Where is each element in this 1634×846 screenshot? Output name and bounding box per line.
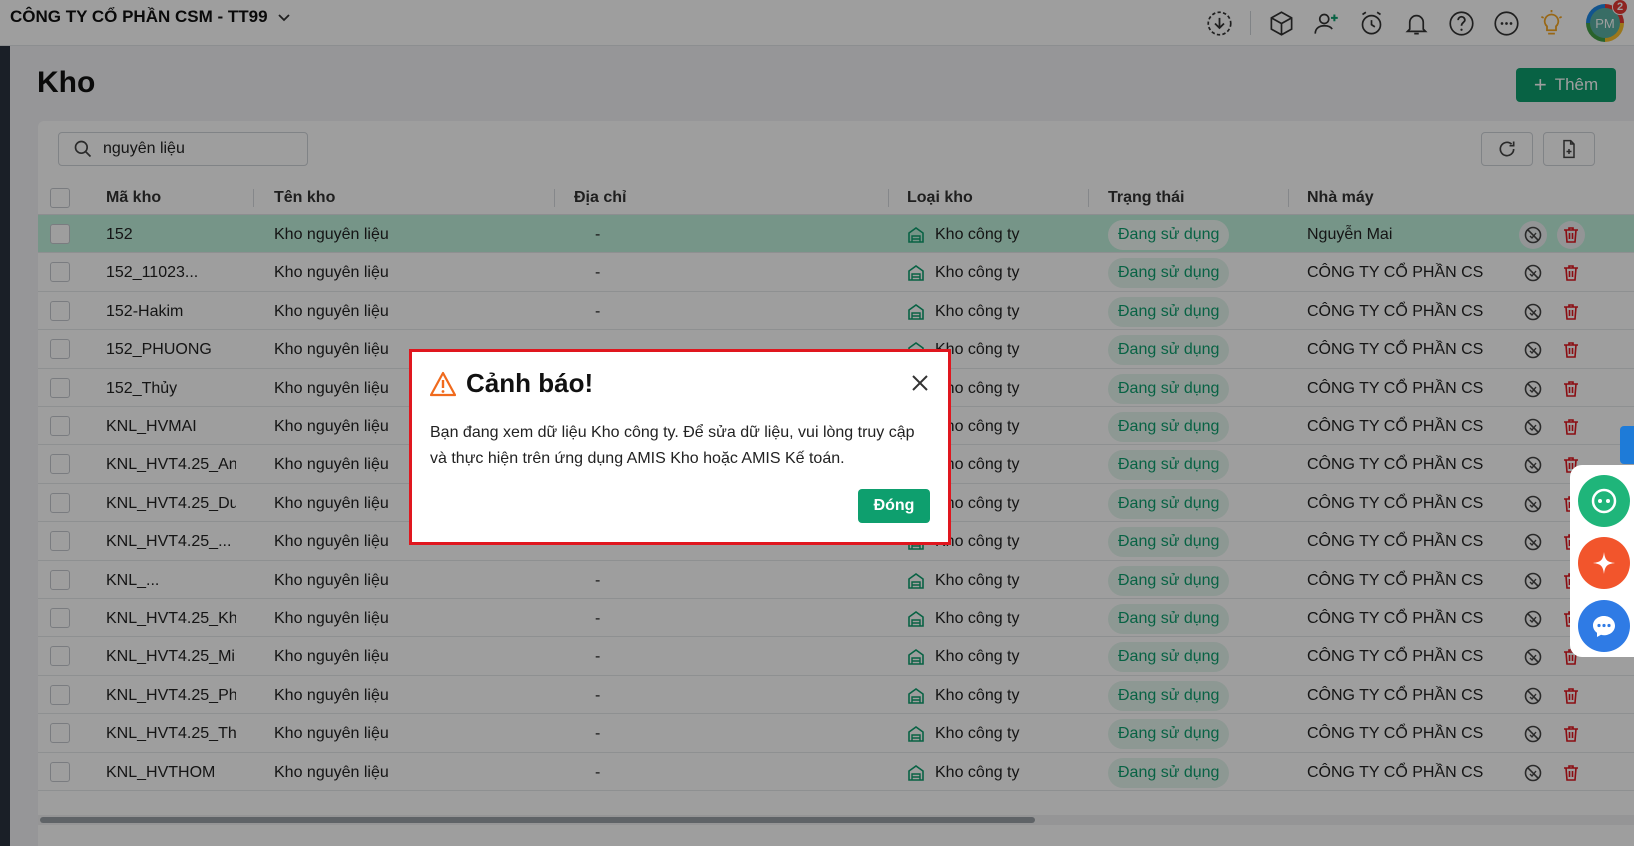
messenger-icon[interactable]: [1578, 600, 1630, 652]
dialog-header: Cảnh báo!: [430, 368, 593, 399]
warning-icon: [430, 371, 456, 396]
side-panel-toggle[interactable]: [1620, 426, 1634, 464]
chat-bot-icon[interactable]: [1578, 475, 1630, 527]
dialog-message: Bạn đang xem dữ liệu Kho công ty. Để sửa…: [430, 424, 915, 467]
close-button[interactable]: [908, 372, 932, 396]
dialog-close-button[interactable]: Đóng: [858, 489, 930, 523]
warning-dialog: Cảnh báo! Bạn đang xem dữ liệu Kho công …: [409, 349, 951, 545]
close-icon: [912, 375, 928, 391]
ai-sparkle-icon[interactable]: [1578, 537, 1630, 589]
dialog-title: Cảnh báo!: [466, 368, 594, 398]
